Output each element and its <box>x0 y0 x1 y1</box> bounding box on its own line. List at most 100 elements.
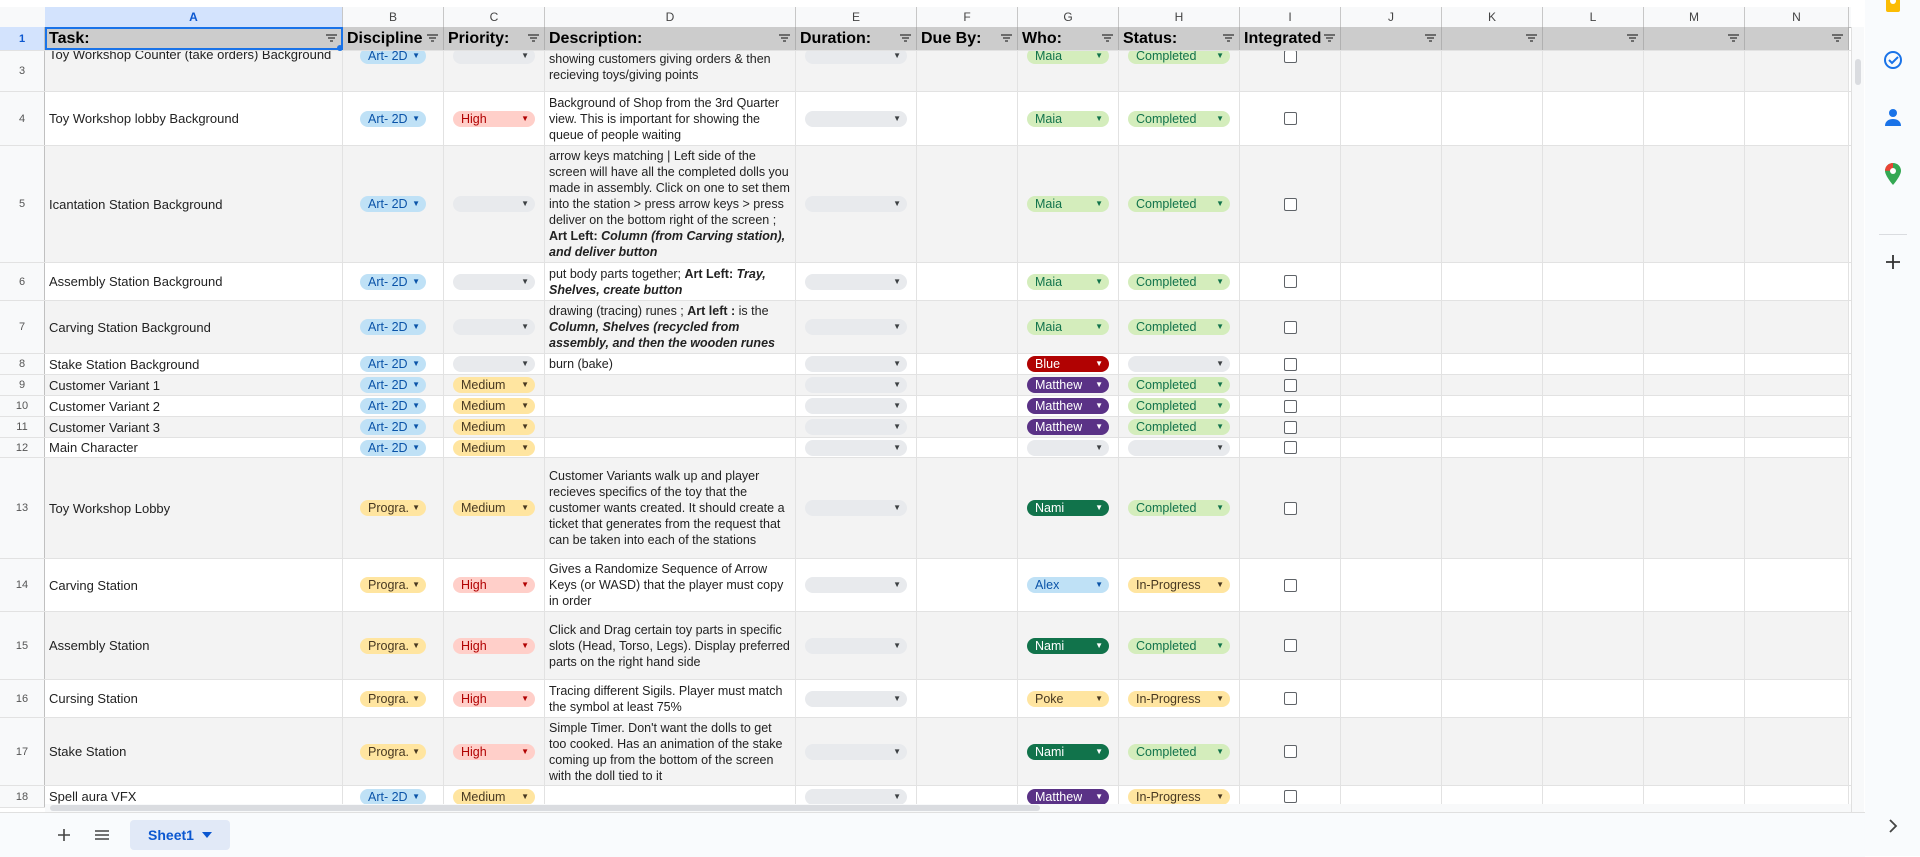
cell-m[interactable] <box>1644 354 1745 374</box>
column-header-k[interactable]: K <box>1442 7 1543 27</box>
duration-dropdown[interactable]: ▼ <box>805 377 907 393</box>
sheet-tab-sheet1[interactable]: Sheet1 <box>130 820 230 850</box>
cell-i[interactable] <box>1240 146 1341 262</box>
priority-dropdown[interactable]: High ▼ <box>453 637 535 654</box>
cell-j[interactable] <box>1341 680 1442 717</box>
cell-i[interactable] <box>1240 417 1341 437</box>
cell-j[interactable] <box>1341 263 1442 300</box>
duration-dropdown[interactable]: ▼ <box>805 500 907 516</box>
filter-icon[interactable] <box>1100 33 1114 45</box>
cell-d[interactable] <box>545 396 796 416</box>
cell-b[interactable]: Art- 2D ▼ <box>343 92 444 145</box>
duration-dropdown[interactable]: ▼ <box>805 577 907 593</box>
cell-n[interactable] <box>1745 417 1849 437</box>
cell-k[interactable] <box>1442 146 1543 262</box>
discipline-dropdown[interactable]: Art- 2D ▼ <box>360 273 426 290</box>
horizontal-scroll-thumb[interactable] <box>50 805 1040 811</box>
cell-b[interactable]: Discipline <box>343 27 444 50</box>
cell-m[interactable] <box>1644 612 1745 679</box>
duration-dropdown[interactable]: ▼ <box>805 356 907 372</box>
cell-e[interactable]: ▼ <box>796 417 917 437</box>
assignee-dropdown[interactable]: Blue ▼ <box>1027 356 1109 372</box>
duration-dropdown[interactable]: ▼ <box>805 788 907 805</box>
duration-dropdown[interactable]: ▼ <box>805 743 907 760</box>
cell-h[interactable]: In-Progress ▼ <box>1119 680 1240 717</box>
cell-n[interactable] <box>1745 27 1849 50</box>
status-dropdown[interactable]: Completed ▼ <box>1128 743 1230 760</box>
cell-c[interactable]: Priority: <box>444 27 545 50</box>
cell-i[interactable] <box>1240 680 1341 717</box>
cell-n[interactable] <box>1745 354 1849 374</box>
cell-a[interactable]: Cursing Station <box>45 680 343 717</box>
cell-e[interactable]: ▼ <box>796 612 917 679</box>
cell-g[interactable]: Maia ▼ <box>1018 51 1119 91</box>
cell-e[interactable]: ▼ <box>796 354 917 374</box>
cell-c[interactable]: ▼ <box>444 146 545 262</box>
cell-i[interactable] <box>1240 354 1341 374</box>
row-number[interactable]: 13 <box>0 458 45 558</box>
column-header-c[interactable]: C <box>444 7 545 27</box>
cell-f[interactable] <box>917 146 1018 262</box>
discipline-dropdown[interactable]: Progra... ▼ <box>360 690 426 707</box>
cell-e[interactable]: ▼ <box>796 438 917 457</box>
cell-d[interactable]: Customer Variants walk up and player rec… <box>545 458 796 558</box>
column-header-h[interactable]: H <box>1119 7 1240 27</box>
cell-i[interactable]: Integrated <box>1240 27 1341 50</box>
cell-h[interactable]: Completed ▼ <box>1119 458 1240 558</box>
cell-l[interactable] <box>1543 354 1644 374</box>
cell-l[interactable] <box>1543 559 1644 611</box>
cell-a[interactable]: Toy Workshop lobby Background <box>45 92 343 145</box>
duration-dropdown[interactable]: ▼ <box>805 637 907 654</box>
cell-i[interactable] <box>1240 92 1341 145</box>
cell-k[interactable] <box>1442 92 1543 145</box>
cell-h[interactable]: Completed ▼ <box>1119 396 1240 416</box>
cell-h[interactable]: ▼ <box>1119 438 1240 457</box>
cell-m[interactable] <box>1644 301 1745 353</box>
cell-l[interactable] <box>1543 458 1644 558</box>
column-header-m[interactable]: M <box>1644 7 1745 27</box>
cell-a[interactable]: Assembly Station <box>45 612 343 679</box>
row-number[interactable]: 3 <box>0 51 45 91</box>
cell-n[interactable] <box>1745 146 1849 262</box>
cell-b[interactable]: Progra... ▼ <box>343 612 444 679</box>
integrated-checkbox[interactable] <box>1283 378 1297 392</box>
column-header-a[interactable]: A <box>45 7 343 27</box>
cell-h[interactable]: Completed ▼ <box>1119 718 1240 785</box>
cell-f[interactable] <box>917 51 1018 91</box>
cell-h[interactable]: Completed ▼ <box>1119 612 1240 679</box>
assignee-dropdown[interactable]: Matthew ▼ <box>1027 398 1109 414</box>
cell-l[interactable] <box>1543 612 1644 679</box>
cell-b[interactable]: Art- 2D ▼ <box>343 263 444 300</box>
status-dropdown[interactable]: Completed ▼ <box>1128 196 1230 212</box>
cell-b[interactable]: Art- 2D ▼ <box>343 51 444 91</box>
priority-dropdown[interactable]: High ▼ <box>453 690 535 707</box>
integrated-checkbox[interactable] <box>1283 320 1297 334</box>
cell-a[interactable]: Main Character <box>45 438 343 457</box>
cell-c[interactable]: High ▼ <box>444 718 545 785</box>
filter-icon[interactable] <box>1830 33 1844 45</box>
assignee-dropdown[interactable]: Poke ▼ <box>1027 690 1109 707</box>
cell-d[interactable]: burn (bake) <box>545 354 796 374</box>
keep-icon[interactable] <box>1881 0 1905 16</box>
status-dropdown[interactable]: Completed ▼ <box>1128 319 1230 335</box>
vertical-scrollbar[interactable] <box>1851 27 1864 812</box>
cell-m[interactable] <box>1644 417 1745 437</box>
cell-c[interactable]: High ▼ <box>444 92 545 145</box>
cell-e[interactable]: ▼ <box>796 396 917 416</box>
integrated-checkbox[interactable] <box>1283 112 1297 125</box>
cell-m[interactable] <box>1644 263 1745 300</box>
cell-b[interactable]: Art- 2D ▼ <box>343 146 444 262</box>
cell-e[interactable]: ▼ <box>796 375 917 395</box>
cell-b[interactable]: Progra... ▼ <box>343 680 444 717</box>
tasks-icon[interactable] <box>1881 48 1905 72</box>
cell-i[interactable] <box>1240 301 1341 353</box>
cell-h[interactable]: ▼ <box>1119 354 1240 374</box>
cell-g[interactable]: Maia ▼ <box>1018 146 1119 262</box>
cell-c[interactable]: ▼ <box>444 354 545 374</box>
priority-dropdown[interactable]: ▼ <box>453 273 535 290</box>
contacts-icon[interactable] <box>1881 105 1905 129</box>
cell-c[interactable]: Medium ▼ <box>444 458 545 558</box>
filter-icon[interactable] <box>425 33 439 45</box>
assignee-dropdown[interactable]: Alex ▼ <box>1027 577 1109 593</box>
status-dropdown[interactable]: Completed ▼ <box>1128 398 1230 414</box>
